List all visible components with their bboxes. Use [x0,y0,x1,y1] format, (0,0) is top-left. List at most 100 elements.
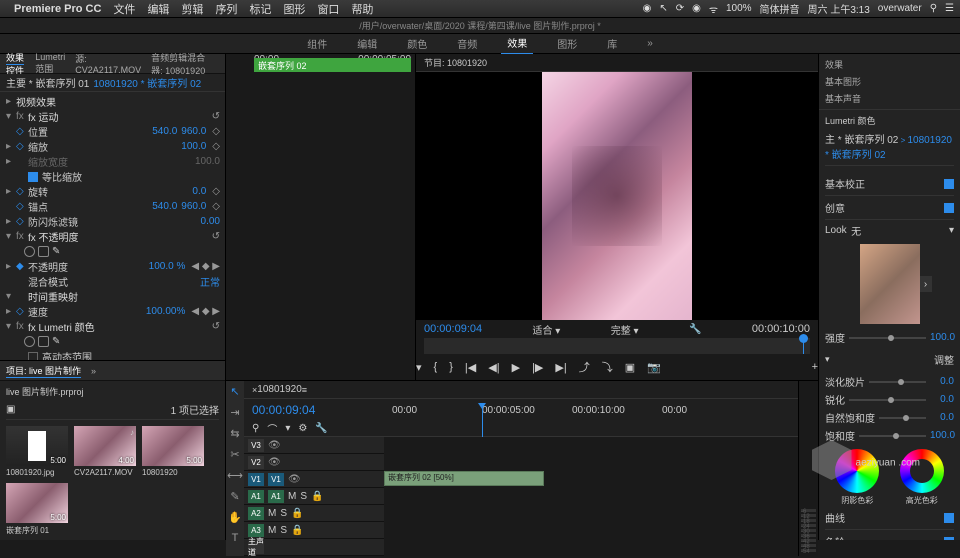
saturation-slider[interactable]: 饱和度100.0 [825,428,954,443]
breadcrumb-bin-icon[interactable]: ▣ [6,404,15,415]
go-out-icon[interactable]: ▶| [555,361,566,374]
checkbox-icon[interactable] [944,179,954,189]
eye-icon[interactable]: 👁 [268,440,281,451]
menu-clip[interactable]: 剪辑 [181,1,203,17]
menu-edit[interactable]: 编辑 [147,1,169,17]
check-icon[interactable] [28,172,38,182]
status-ime[interactable]: 简体拼音 [760,1,800,16]
eye-icon[interactable]: 👁 [288,474,301,485]
tab-project[interactable]: 项目: live 图片制作 [6,364,81,377]
vibrance-slider[interactable]: 自然饱和度0.0 [825,410,954,425]
project-item[interactable]: 5:00 10801920 [142,426,204,477]
track-a2[interactable]: A2MS🔒 [244,505,384,522]
next-look-icon[interactable]: › [920,276,932,292]
project-item[interactable]: 5:00 嵌套序列 01 [6,483,68,536]
mask-ellipse-icon[interactable] [24,336,35,347]
checkbox-hdr[interactable] [28,352,38,361]
mute-icon[interactable]: M [268,525,276,536]
highlight-wheel[interactable] [900,449,944,493]
ec-opacity-value[interactable]: ▸◆不透明度100.0 %◀ ◆ ▶ [0,259,225,274]
camera-icon[interactable]: 📷 [647,361,661,374]
track-master[interactable]: 主声道 [244,539,384,556]
ec-anchor[interactable]: ◇锚点540.0960.0◇ [0,199,225,214]
marker-icon[interactable]: ▾ [285,423,290,434]
checkbox-icon[interactable] [944,513,954,523]
mask-pen-icon[interactable]: ✎ [52,246,63,257]
tab-effect-controls[interactable]: 效果控件 [6,51,25,77]
menu-sequence[interactable]: 序列 [215,1,237,17]
lumetri-basic[interactable]: 基本校正 [825,172,954,196]
timeline-tab[interactable]: × 10801920 ≡ [244,381,798,399]
menu-graphics[interactable]: 图形 [283,1,305,17]
ripple-tool-icon[interactable]: ⇆ [230,427,239,440]
ec-clip-bar[interactable]: 嵌套序列 02 [254,58,411,72]
lift-icon[interactable]: ⤴ [579,359,590,375]
tab-project-overflow[interactable]: » [91,366,96,376]
step-back-icon[interactable]: ◀| [488,361,499,374]
mask-rect-icon[interactable] [38,246,49,257]
mark-in-icon[interactable]: { [434,361,438,373]
intensity-slider[interactable]: 强度100.0 [825,330,954,345]
tab-source[interactable]: 源: CV2A2117.MOV [75,52,141,75]
menu-file[interactable]: 文件 [113,1,135,17]
workspace-audio[interactable]: 音频 [451,33,483,54]
lumetri-creative[interactable]: 创意 [825,196,954,220]
menu-help[interactable]: 帮助 [351,1,373,17]
selection-tool-icon[interactable]: ↖ [230,385,239,398]
lock-icon[interactable]: 🔒 [311,491,323,502]
ec-motion[interactable]: ▾fxfx 运动↺ [0,109,225,124]
checkbox-icon[interactable] [944,537,954,541]
status-menu-icon[interactable]: ☰ [945,3,954,14]
hand-tool-icon[interactable]: ✋ [228,511,242,524]
play-icon[interactable]: ▶ [512,361,520,374]
ec-blend-mode[interactable]: 混合模式正常 [0,274,225,289]
workspace-editing[interactable]: 编辑 [351,33,383,54]
snap-icon[interactable]: ⚲ [252,423,259,434]
tab-lumetri-scopes[interactable]: Lumetri 范围 [35,52,65,75]
ec-uniform-scale[interactable]: 等比缩放 [0,169,225,184]
timeline-timecode[interactable]: 00:00:09:04 [252,403,392,417]
tab-effects-right[interactable]: 效果 [825,58,954,71]
project-item[interactable]: 4:00♪ CV2A2117.MOV [74,426,136,477]
lumetri-wheels-sec[interactable]: 色轮 [825,530,954,540]
ec-master-link[interactable]: 10801920 * 嵌套序列 02 [93,75,201,90]
ec-antiflicker[interactable]: ▸◇防闪烁滤镜0.00 [0,214,225,229]
program-full[interactable]: 完整 ▾ [611,322,639,337]
ec-position[interactable]: ◇位置540.0960.0◇ [0,124,225,139]
checkbox-icon[interactable] [944,203,954,213]
app-menu[interactable]: Premiere Pro CC [14,3,101,15]
playhead-icon[interactable] [803,338,804,354]
lock-icon[interactable]: 🔒 [291,508,303,519]
solo-icon[interactable]: S [280,525,287,536]
mask-ellipse-icon[interactable] [24,246,35,257]
add-marker-icon[interactable]: ▾ [416,361,422,374]
timeline-clip[interactable]: 嵌套序列 02 [50%] [384,471,544,486]
extract-icon[interactable]: ⤵ [602,359,613,375]
settings-icon[interactable]: ⚙ [298,423,307,434]
lumetri-adjust[interactable]: ▾ 调整 [825,348,954,371]
menu-marker[interactable]: 标记 [249,1,271,17]
tab-audio-mixer[interactable]: 音频剪辑混合器: 10801920 [151,51,209,77]
razor-tool-icon[interactable]: ✂ [230,448,239,461]
mark-out-icon[interactable]: } [449,361,453,373]
track-v1[interactable]: V1V1👁 [244,471,384,488]
lumetri-look[interactable]: Look 无▾ [825,223,954,238]
solo-icon[interactable]: S [280,508,287,519]
track-a1[interactable]: A1A1MS🔒 [244,488,384,505]
ec-rotation[interactable]: ▸◇旋转0.0◇ [0,184,225,199]
solo-icon[interactable]: S [300,491,307,502]
mute-icon[interactable]: M [288,491,296,502]
ec-video-effects[interactable]: ▸视频效果 [0,94,225,109]
track-select-tool-icon[interactable]: ⇥ [230,406,239,419]
step-forward-icon[interactable]: |▶ [532,361,543,374]
export-frame-icon[interactable]: ▣ [625,361,635,374]
project-item[interactable]: 5:00 10801920.jpg [6,426,68,477]
mute-icon[interactable]: M [268,508,276,519]
shadow-wheel[interactable] [835,449,879,493]
go-in-icon[interactable]: |◀ [465,361,476,374]
workspace-effects[interactable]: 效果 [501,32,533,55]
program-viewport[interactable] [416,72,818,320]
ec-lumetri[interactable]: ▾fxfx Lumetri 颜色↺ [0,319,225,334]
ec-opacity[interactable]: ▾fxfx 不透明度↺ [0,229,225,244]
workspace-color[interactable]: 颜色 [401,33,433,54]
